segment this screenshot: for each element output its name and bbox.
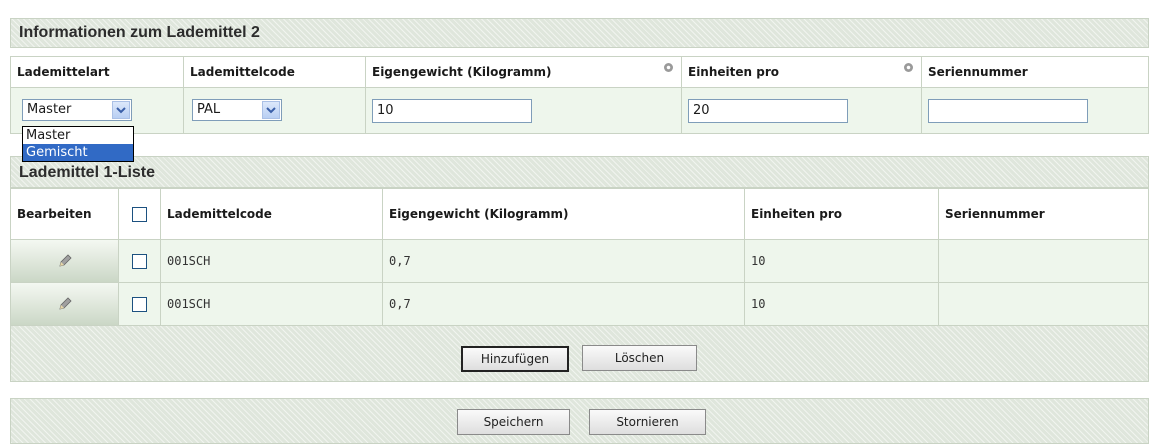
header-units: Einheiten pro [745,189,939,239]
header-seriennummer: Seriennummer [928,65,1028,79]
edit-button[interactable] [11,240,119,282]
list-button-bar [10,326,1149,382]
table-row: 001SCH 0,7 10 [10,283,1149,326]
lademittelcode-select-value: PAL [197,102,221,117]
info-input-row: 10 20 [10,88,1149,134]
header-einheiten: Einheiten pro [682,57,922,87]
edit-button[interactable] [11,283,119,325]
row-weight: 0,7 [383,240,745,282]
lademittelart-select-value: Master [27,102,72,117]
footer-button-bar [10,398,1149,444]
seriennummer-cell [922,88,1148,133]
save-button[interactable]: Speichern [457,409,570,435]
lademittelcode-select[interactable]: PAL [192,99,282,121]
header-einheiten-label: Einheiten pro [688,65,779,79]
row-checkbox-cell [119,283,161,325]
dropdown-option-master[interactable]: Master [23,127,133,144]
info-header-row: Lademittelart Lademittelcode Eigengewich… [10,56,1149,88]
row-checkbox[interactable] [132,253,147,269]
row-code: 001SCH [161,283,383,325]
header-checkbox-cell [119,189,161,239]
header-lademittelart: Lademittelart [11,57,184,87]
header-lademittelcode: Lademittelcode [184,57,366,87]
gear-icon [904,63,913,72]
info-section-title: Informationen zum Lademittel 2 [10,18,1149,48]
row-weight: 0,7 [383,283,745,325]
pencil-icon [58,254,72,267]
header-eigengewicht-label: Eigengewicht (Kilogramm) [372,65,552,79]
list-section-title: Lademittel 1-Liste [10,156,1149,188]
add-button[interactable]: Hinzufügen [461,346,569,372]
select-all-checkbox[interactable] [132,206,147,222]
pencil-icon [58,297,72,310]
lademittelart-select[interactable]: Master [22,99,132,121]
seriennummer-input[interactable] [928,98,1088,123]
list-section-title-text: Lademittel 1-Liste [19,164,156,181]
lademittelart-dropdown-list: Master Gemischt [22,126,134,162]
chevron-down-icon[interactable] [112,101,130,119]
row-serial [939,240,1148,282]
header-weight: Eigengewicht (Kilogramm) [383,189,745,239]
row-checkbox-cell [119,240,161,282]
row-code: 001SCH [161,240,383,282]
header-serial: Seriennummer [945,207,1045,221]
info-section-title-text: Informationen zum Lademittel 2 [19,24,260,41]
dropdown-option-gemischt[interactable]: Gemischt [23,144,133,161]
eigengewicht-cell: 10 [366,88,682,133]
cancel-button[interactable]: Stornieren [589,409,706,435]
table-row: 001SCH 0,7 10 [10,240,1149,283]
row-serial [939,283,1148,325]
einheiten-cell: 20 [682,88,922,133]
row-units: 10 [745,240,939,282]
header-bearbeiten: Bearbeiten [11,189,119,239]
header-code: Lademittelcode [161,189,383,239]
row-units: 10 [745,283,939,325]
delete-button[interactable]: Löschen [582,345,697,371]
row-checkbox[interactable] [132,296,147,312]
list-header-row: Bearbeiten Lademittelcode Eigengewicht (… [10,188,1149,240]
einheiten-input[interactable]: 20 [688,98,848,123]
header-eigengewicht: Eigengewicht (Kilogramm) [366,57,682,87]
gear-icon [664,63,673,72]
eigengewicht-input[interactable]: 10 [372,98,532,123]
chevron-down-icon[interactable] [262,101,280,119]
